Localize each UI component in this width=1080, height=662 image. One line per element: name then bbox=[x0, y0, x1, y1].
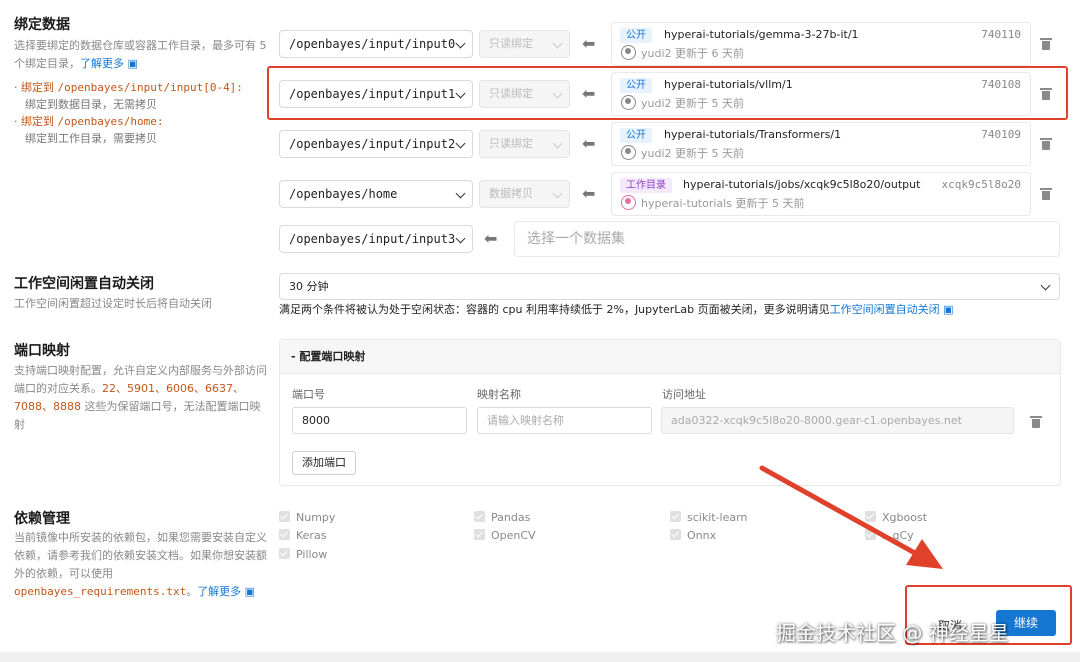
dataset-id: xcqk9c5l8o20 bbox=[941, 178, 1021, 191]
bind-rules: · 绑定到 /openbayes/input/input[0-4]: 绑定到数据… bbox=[14, 81, 243, 145]
chevron-down-icon bbox=[552, 138, 563, 149]
idle-section-desc: 工作空间闲置超过设定时长后将自动关闭 bbox=[14, 297, 212, 310]
trash-icon[interactable] bbox=[1030, 416, 1042, 428]
port-input[interactable]: 8000 bbox=[292, 407, 467, 434]
access-url-field: ada0322-xcqk9c5l8o20-8000.gear-c1.openba… bbox=[661, 407, 1014, 434]
requirements-file: openbayes_requirements.txt bbox=[14, 585, 187, 598]
highlight-box bbox=[267, 66, 1068, 120]
status-badge: 公开 bbox=[620, 28, 652, 43]
checkbox-icon bbox=[474, 511, 485, 522]
arrow-left-icon: ⬅ bbox=[582, 184, 596, 203]
dataset-card-3[interactable]: 工作目录 hyperai-tutorials/jobs/xcqk9c5l8o20… bbox=[611, 172, 1031, 216]
avatar bbox=[621, 145, 636, 160]
dataset-name: hyperai-tutorials/Transformers/1 bbox=[664, 128, 842, 141]
dep-checkbox: Numpy bbox=[279, 511, 335, 524]
idle-timeout-select[interactable]: 30 分钟 bbox=[279, 273, 1060, 300]
avatar bbox=[621, 195, 636, 210]
arrow-left-icon: ⬅ bbox=[484, 229, 498, 248]
dataset-card-2[interactable]: 公开 hyperai-tutorials/Transformers/1 7401… bbox=[611, 122, 1031, 166]
dataset-meta: yudi2 更新于 5 天前 bbox=[641, 147, 745, 160]
status-badge: 公开 bbox=[620, 128, 652, 143]
dataset-meta: hyperai-tutorials 更新于 5 天前 bbox=[641, 197, 805, 210]
trash-icon[interactable] bbox=[1040, 138, 1052, 150]
access-url-label: 访问地址 bbox=[662, 388, 706, 401]
learn-more-link[interactable]: 了解更多 bbox=[80, 57, 124, 70]
dep-checkbox: Keras bbox=[279, 529, 326, 542]
trash-icon[interactable] bbox=[1040, 188, 1052, 200]
chevron-down-icon bbox=[455, 188, 466, 199]
dataset-select[interactable]: 选择一个数据集 bbox=[514, 221, 1060, 257]
add-port-button[interactable]: 添加端口 bbox=[292, 451, 356, 475]
external-link-icon: ▣ bbox=[124, 57, 138, 70]
chevron-down-icon bbox=[552, 188, 563, 199]
checkbox-icon bbox=[279, 548, 290, 559]
port-section-title: 端口映射 bbox=[14, 343, 70, 359]
bind-mode-select-0: 只读绑定 bbox=[479, 30, 570, 58]
bind-path-select-4[interactable]: /openbayes/input/input3 bbox=[279, 225, 473, 253]
chevron-down-icon bbox=[552, 38, 563, 49]
dep-checkbox: Onnx bbox=[670, 529, 716, 542]
idle-section-title: 工作空间闲置自动关闭 bbox=[14, 276, 154, 292]
dataset-name: hyperai-tutorials/jobs/xcqk9c5l8o20/outp… bbox=[683, 178, 921, 191]
dep-checkbox: Pandas bbox=[474, 511, 530, 524]
chevron-down-icon bbox=[455, 138, 466, 149]
status-badge: 工作目录 bbox=[620, 178, 672, 193]
checkbox-icon bbox=[670, 511, 681, 522]
deps-section-desc: 当前镜像中所安装的依赖包，如果您需要安装自定义依赖，请参考我们的依赖安装文档。如… bbox=[14, 531, 267, 598]
dataset-name: hyperai-tutorials/gemma-3-27b-it/1 bbox=[664, 28, 859, 41]
port-label: 端口号 bbox=[292, 388, 325, 401]
chevron-down-icon bbox=[455, 233, 466, 244]
dataset-id: 740109 bbox=[981, 128, 1021, 141]
learn-more-link[interactable]: 了解更多 bbox=[197, 585, 241, 598]
arrow-left-icon: ⬅ bbox=[582, 134, 596, 153]
dep-checkbox: OpenCV bbox=[474, 529, 536, 542]
trash-icon[interactable] bbox=[1040, 38, 1052, 50]
deps-section-title: 依赖管理 bbox=[14, 511, 70, 527]
dataset-card-0[interactable]: 公开 hyperai-tutorials/gemma-3-27b-it/1 74… bbox=[611, 22, 1031, 66]
port-section-desc: 支持端口映射配置，允许自定义内部服务与外部访问端口的对应关系。22、5901、6… bbox=[14, 364, 267, 431]
chevron-down-icon bbox=[455, 38, 466, 49]
idle-note: 满足两个条件将被认为处于空闲状态：容器的 cpu 利用率持续低于 2%，Jupy… bbox=[279, 303, 954, 316]
mapping-name-label: 映射名称 bbox=[477, 388, 521, 401]
page-bottom-edge bbox=[0, 652, 1080, 662]
arrow-left-icon: ⬅ bbox=[582, 34, 596, 53]
bind-path-select-2[interactable]: /openbayes/input/input2 bbox=[279, 130, 473, 158]
mapping-name-input[interactable]: 请输入映射名称 bbox=[477, 407, 652, 434]
idle-doc-link[interactable]: 工作空间闲置自动关闭 bbox=[830, 303, 940, 316]
dataset-meta: yudi2 更新于 6 天前 bbox=[641, 47, 745, 60]
dep-checkbox: scikit-learn bbox=[670, 511, 747, 524]
checkbox-icon bbox=[670, 529, 681, 540]
avatar bbox=[621, 45, 636, 60]
external-link-icon: ▣ bbox=[939, 303, 954, 316]
checkbox-icon bbox=[279, 511, 290, 522]
port-panel-header[interactable]: - 配置端口映射 bbox=[280, 340, 1060, 374]
bind-section-desc: 选择要绑定的数据仓库或容器工作目录，最多可有 5 个绑定目录，了解更多 ▣ bbox=[14, 39, 267, 70]
dep-checkbox: Pillow bbox=[279, 548, 327, 561]
chevron-down-icon bbox=[1040, 280, 1051, 291]
bind-section-title: 绑定数据 bbox=[14, 17, 70, 33]
watermark: 掘金技术社区 @ 神经星星 bbox=[776, 621, 1009, 645]
checkbox-icon bbox=[279, 529, 290, 540]
bind-path-select-0[interactable]: /openbayes/input/input0 bbox=[279, 30, 473, 58]
bind-mode-select-2: 只读绑定 bbox=[479, 130, 570, 158]
annotation-arrow bbox=[759, 465, 943, 569]
checkbox-icon bbox=[474, 529, 485, 540]
dataset-id: 740110 bbox=[981, 28, 1021, 41]
bind-path-select-3[interactable]: /openbayes/home bbox=[279, 180, 473, 208]
bind-mode-select-3: 数据拷贝 bbox=[479, 180, 570, 208]
external-link-icon: ▣ bbox=[241, 585, 256, 598]
